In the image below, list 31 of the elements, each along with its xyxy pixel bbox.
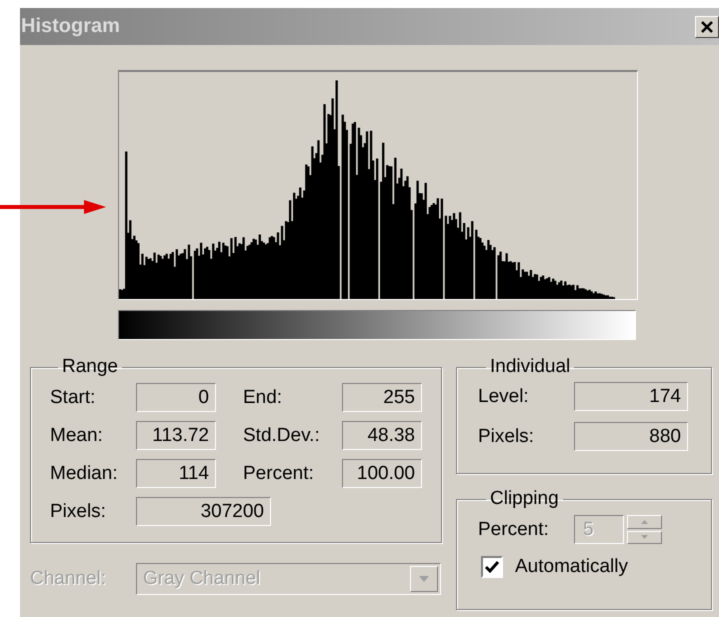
group-title: Individual — [489, 357, 572, 377]
value-field: 880 — [574, 422, 688, 451]
spin-control[interactable] — [627, 515, 662, 544]
field-label: Pixels: — [50, 500, 107, 522]
group-title: Range — [61, 357, 119, 377]
up-arrow-icon — [641, 520, 648, 524]
value-field: 255 — [342, 383, 422, 412]
field-label: Median: — [50, 462, 119, 484]
window-title: Histogram — [20, 15, 120, 38]
close-button[interactable] — [695, 16, 719, 38]
value-field: 0 — [136, 383, 216, 412]
value-field: 114 — [136, 459, 216, 488]
field-label: End: — [243, 386, 284, 408]
checkbox-label: Automatically — [515, 556, 628, 578]
field-label: Level: — [478, 386, 530, 408]
checkbox[interactable] — [481, 556, 503, 578]
field-label: Percent: — [478, 518, 550, 540]
close-icon — [700, 20, 714, 34]
field-label: Percent: — [243, 462, 315, 484]
value-field: 174 — [574, 382, 688, 411]
group-title: Clipping — [489, 489, 560, 509]
value-field: 100.00 — [342, 459, 422, 488]
value-field: 48.38 — [342, 421, 422, 450]
value-field: 307200 — [136, 497, 271, 526]
value-field: 113.72 — [136, 421, 216, 450]
dropdown-icon — [410, 566, 438, 592]
field-label: Start: — [50, 386, 96, 408]
field-label: Std.Dev.: — [243, 424, 321, 446]
field-label: Pixels: — [478, 426, 535, 448]
field-label: Mean: — [50, 424, 104, 446]
down-arrow-icon — [641, 535, 648, 540]
